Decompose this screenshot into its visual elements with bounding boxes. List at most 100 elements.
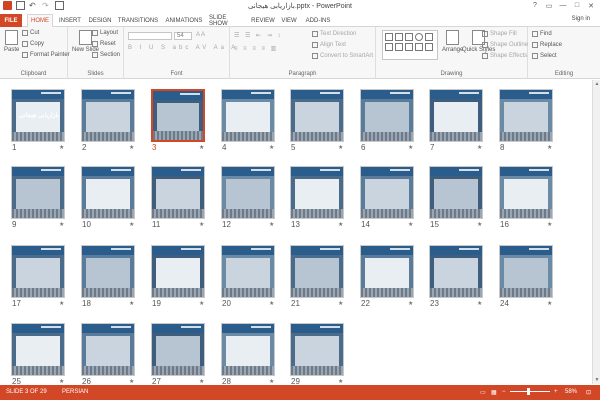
tab-review[interactable]: REVIEW bbox=[250, 14, 276, 27]
sign-in-link[interactable]: Sign in bbox=[572, 16, 590, 22]
minimize-icon[interactable]: — bbox=[556, 0, 570, 11]
zoom-level[interactable]: 58% bbox=[565, 389, 577, 395]
slide-thumbnail[interactable] bbox=[429, 89, 483, 142]
animation-star-icon[interactable]: ★ bbox=[338, 300, 343, 307]
shape-effects-button[interactable]: Shape Effects bbox=[482, 53, 527, 59]
animation-star-icon[interactable]: ★ bbox=[269, 378, 274, 385]
slide-thumbnail[interactable] bbox=[290, 323, 344, 376]
slide-thumbnail[interactable] bbox=[360, 245, 414, 298]
find-button[interactable]: Find bbox=[532, 31, 552, 37]
zoom-slider[interactable] bbox=[510, 391, 550, 392]
shapes-gallery[interactable] bbox=[382, 30, 438, 60]
shape-fill-button[interactable]: Shape Fill bbox=[482, 31, 517, 37]
animation-star-icon[interactable]: ★ bbox=[129, 300, 134, 307]
slide-thumbnail[interactable] bbox=[499, 89, 553, 142]
shape-rectangle-icon[interactable] bbox=[405, 33, 413, 41]
tab-view[interactable]: VIEW bbox=[280, 14, 298, 27]
text-direction-button[interactable]: Text Direction bbox=[312, 31, 356, 37]
zoom-in-icon[interactable]: + bbox=[554, 389, 558, 395]
slide-thumbnail[interactable]: بازاریابی هیجانی bbox=[11, 89, 65, 142]
animation-star-icon[interactable]: ★ bbox=[338, 144, 343, 151]
grow-font-icon[interactable]: A A bbox=[196, 32, 205, 38]
slide-sorter-view-icon[interactable]: ▦ bbox=[491, 389, 497, 396]
convert-smartart-button[interactable]: Convert to SmartArt bbox=[312, 53, 373, 59]
scroll-up-icon[interactable]: ▲ bbox=[594, 81, 600, 87]
paste-button[interactable]: Paste bbox=[4, 30, 19, 53]
copy-button[interactable]: Copy bbox=[22, 41, 44, 47]
slide-thumbnail[interactable] bbox=[151, 89, 205, 142]
animation-star-icon[interactable]: ★ bbox=[477, 300, 482, 307]
tab-insert[interactable]: INSERT bbox=[57, 14, 83, 27]
select-button[interactable]: Select bbox=[532, 53, 557, 59]
slide-thumbnail[interactable] bbox=[429, 166, 483, 219]
animation-star-icon[interactable]: ★ bbox=[129, 144, 134, 151]
slide-thumbnail[interactable] bbox=[11, 166, 65, 219]
animation-star-icon[interactable]: ★ bbox=[199, 300, 204, 307]
animation-star-icon[interactable]: ★ bbox=[59, 300, 64, 307]
normal-view-icon[interactable]: ▭ bbox=[480, 389, 486, 396]
shape-triangle-icon[interactable] bbox=[425, 33, 433, 41]
slide-thumbnail[interactable] bbox=[151, 245, 205, 298]
slide-thumbnail[interactable] bbox=[221, 245, 275, 298]
tab-home[interactable]: HOME bbox=[27, 14, 53, 27]
font-name-field[interactable] bbox=[128, 32, 172, 40]
slide-thumbnail[interactable] bbox=[499, 166, 553, 219]
animation-star-icon[interactable]: ★ bbox=[59, 144, 64, 151]
shape-oval-icon[interactable] bbox=[415, 33, 423, 41]
animation-star-icon[interactable]: ★ bbox=[477, 144, 482, 151]
format-painter-button[interactable]: Format Painter bbox=[22, 52, 70, 58]
slide-thumbnail[interactable] bbox=[151, 166, 205, 219]
slide-thumbnail[interactable] bbox=[360, 89, 414, 142]
replace-button[interactable]: Replace bbox=[532, 42, 562, 48]
animation-star-icon[interactable]: ★ bbox=[129, 221, 134, 228]
layout-button[interactable]: Layout bbox=[92, 30, 118, 36]
close-icon[interactable]: ✕ bbox=[584, 0, 598, 11]
slide-thumbnail[interactable] bbox=[221, 166, 275, 219]
shape-arrow-icon[interactable] bbox=[395, 33, 403, 41]
tab-design[interactable]: DESIGN bbox=[87, 14, 113, 27]
animation-star-icon[interactable]: ★ bbox=[547, 221, 552, 228]
zoom-slider-knob[interactable] bbox=[527, 388, 530, 395]
maximize-icon[interactable]: □ bbox=[570, 0, 584, 11]
slide-thumbnail[interactable] bbox=[221, 89, 275, 142]
animation-star-icon[interactable]: ★ bbox=[408, 300, 413, 307]
slide-thumbnail[interactable] bbox=[290, 166, 344, 219]
list-buttons[interactable]: ☰ ☰ ⇤ ⇥ ↕ bbox=[234, 32, 282, 39]
slide-thumbnail[interactable] bbox=[81, 323, 135, 376]
slide-thumbnail[interactable] bbox=[360, 166, 414, 219]
language-indicator[interactable]: PERSIAN bbox=[62, 389, 88, 395]
section-button[interactable]: Section bbox=[92, 52, 120, 58]
animation-star-icon[interactable]: ★ bbox=[199, 378, 204, 385]
shape-outline-button[interactable]: Shape Outline bbox=[482, 42, 528, 48]
slide-thumbnail[interactable] bbox=[499, 245, 553, 298]
cut-button[interactable]: Cut bbox=[22, 30, 39, 36]
animation-star-icon[interactable]: ★ bbox=[269, 300, 274, 307]
slide-thumbnail[interactable] bbox=[81, 245, 135, 298]
scroll-down-icon[interactable]: ▼ bbox=[594, 377, 600, 383]
tab-add-ins[interactable]: ADD-INS bbox=[303, 14, 333, 27]
animation-star-icon[interactable]: ★ bbox=[408, 144, 413, 151]
animation-star-icon[interactable]: ★ bbox=[59, 378, 64, 385]
align-buttons[interactable]: ≡ ≡ ≡ ≡ ▥ bbox=[234, 45, 278, 52]
animation-star-icon[interactable]: ★ bbox=[199, 221, 204, 228]
tab-animations[interactable]: ANIMATIONS bbox=[163, 14, 205, 27]
slide-thumbnail[interactable] bbox=[290, 245, 344, 298]
font-style-buttons[interactable]: B I U S abc AV Aa A bbox=[128, 45, 238, 51]
reset-button[interactable]: Reset bbox=[92, 41, 116, 47]
arrange-button[interactable]: Arrange bbox=[442, 30, 463, 53]
slide-thumbnail[interactable] bbox=[221, 323, 275, 376]
shape-line-icon[interactable] bbox=[385, 33, 393, 41]
animation-star-icon[interactable]: ★ bbox=[338, 378, 343, 385]
animation-star-icon[interactable]: ★ bbox=[408, 221, 413, 228]
animation-star-icon[interactable]: ★ bbox=[547, 144, 552, 151]
shape-connector-icon[interactable] bbox=[385, 43, 393, 51]
animation-star-icon[interactable]: ★ bbox=[129, 378, 134, 385]
help-icon[interactable]: ? bbox=[528, 0, 542, 11]
animation-star-icon[interactable]: ★ bbox=[338, 221, 343, 228]
font-size-field[interactable]: 54 bbox=[174, 32, 192, 40]
shape-brace-icon[interactable] bbox=[405, 43, 413, 51]
slide-thumbnail[interactable] bbox=[81, 166, 135, 219]
animation-star-icon[interactable]: ★ bbox=[269, 221, 274, 228]
animation-star-icon[interactable]: ★ bbox=[269, 144, 274, 151]
tab-file[interactable]: FILE bbox=[0, 14, 22, 27]
